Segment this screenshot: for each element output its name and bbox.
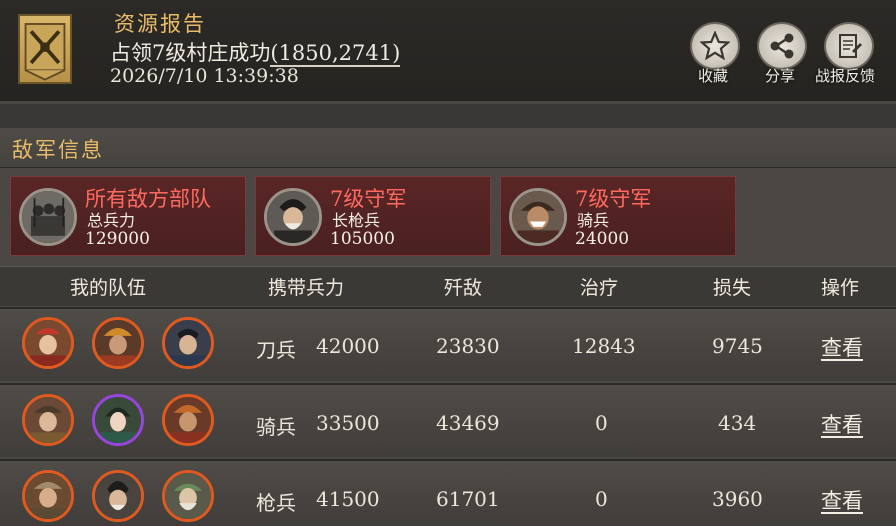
favorite-label: 收藏 [698,67,729,85]
col-loss: 损失 [713,277,752,299]
enemy-count: 24000 [575,229,630,249]
col-kills: 歼敌 [444,277,483,299]
enemy-type: 骑兵 [577,211,610,230]
enemy-card-total: 所有敌方部队 总兵力 129000 [10,176,246,256]
view-link[interactable]: 查看 [821,332,863,362]
kills-value: 43469 [436,411,500,435]
kills-value: 23830 [436,334,500,358]
hero-avatar[interactable] [92,394,144,446]
subtitle-text: 占领7级村庄成功 [110,41,271,65]
col-heal: 治疗 [580,277,619,299]
feedback-label: 战报反馈 [815,67,876,85]
enemy-count: 129000 [85,229,150,249]
hero-avatar[interactable] [162,394,214,446]
enemy-type: 长枪兵 [332,211,381,230]
kills-value: 61701 [436,487,500,511]
favorite-button[interactable] [690,22,740,70]
hero-avatar[interactable] [22,394,74,446]
hero-avatar[interactable] [92,470,144,522]
troop-count: 42000 [316,334,380,358]
col-troop-count: 携带兵力 [268,277,345,299]
hero-avatar[interactable] [92,317,144,369]
hero-avatar[interactable] [162,470,214,522]
report-datetime: 2026/7/10 13:39:38 [110,65,299,87]
enemy-count: 105000 [330,229,395,249]
heal-value: 0 [595,411,608,435]
hero-avatar[interactable] [162,317,214,369]
loss-value: 3960 [712,487,763,511]
loss-value: 434 [718,411,757,435]
hero-avatar[interactable] [22,317,74,369]
troop-count: 41500 [316,487,380,511]
report-title: 资源报告 [114,12,206,36]
enemy-section-title: 敌军信息 [12,138,104,162]
troop-count: 33500 [316,411,380,435]
view-link[interactable]: 查看 [821,409,863,439]
loss-value: 9745 [712,334,763,358]
share-icon [770,33,794,59]
battle-banner-icon [18,14,72,84]
hero-avatar[interactable] [22,470,74,522]
army-group-avatar [19,188,77,246]
enemy-general-avatar [509,188,567,246]
report-subtitle: 占领7级村庄成功(1850,2741) [110,37,401,67]
troop-type: 刀兵 [256,338,296,362]
troop-type: 骑兵 [256,415,296,439]
feedback-scroll-icon [839,34,862,58]
heal-value: 12843 [572,334,636,358]
star-icon [700,31,730,61]
heal-value: 0 [595,487,608,511]
enemy-card-spear: 7级守军 长枪兵 105000 [255,176,491,256]
coordinate-link[interactable]: (1850,2741) [270,41,401,67]
share-label: 分享 [765,67,796,85]
enemy-type: 总兵力 [87,211,136,230]
enemy-card-cavalry: 7级守军 骑兵 24000 [500,176,736,256]
share-button[interactable] [757,22,807,70]
enemy-general-avatar [264,188,322,246]
troop-type: 枪兵 [256,491,296,515]
col-my-team: 我的队伍 [70,277,147,299]
feedback-button[interactable] [824,22,874,70]
view-link[interactable]: 查看 [821,485,863,515]
col-action: 操作 [821,277,860,299]
section-title-bar [0,128,896,168]
